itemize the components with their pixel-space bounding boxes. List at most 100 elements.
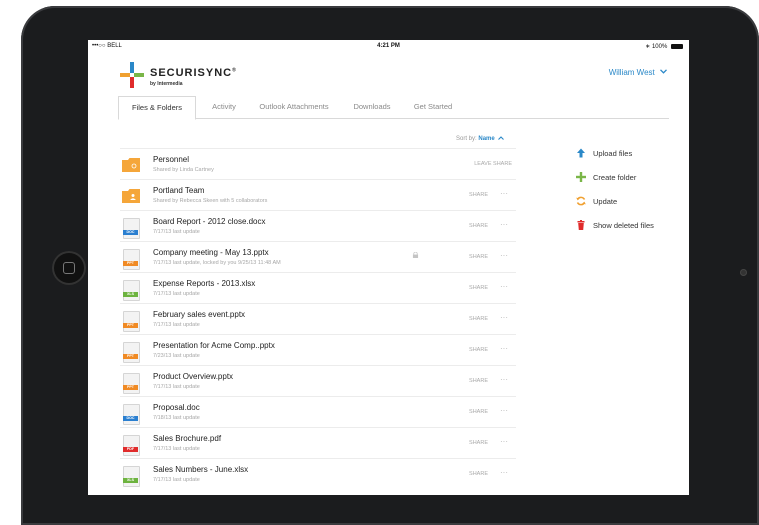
xls-file-icon: XLS (123, 280, 140, 301)
more-options-icon[interactable]: ··· (500, 189, 508, 198)
file-meta: 7/17/13 last update (153, 446, 200, 452)
front-camera (740, 269, 747, 276)
status-bar: •••○○ BELL 4:21 PM ∗ 100% (88, 40, 689, 53)
refresh-icon (576, 196, 586, 206)
ppt-file-icon: PPT (123, 373, 140, 394)
more-options-icon[interactable]: ··· (500, 282, 508, 291)
tab-downloads[interactable]: Downloads (344, 96, 400, 117)
file-row[interactable]: XLS Expense Reports - 2013.xlsx 7/17/13 … (120, 272, 516, 304)
doc-file-icon: DOC (123, 404, 140, 425)
file-name: Sales Brochure.pdf (153, 434, 222, 443)
tab-activity[interactable]: Activity (202, 96, 246, 117)
file-row[interactable]: DOC Proposal.doc 7/18/13 last update SHA… (120, 396, 516, 428)
file-row[interactable]: Personnel Shared by Linda Cartney LEAVE … (120, 148, 516, 180)
file-meta: Shared by Linda Cartney (153, 167, 214, 173)
file-meta: 7/17/13 last update (153, 322, 200, 328)
folder-icon (122, 158, 140, 172)
securisync-logo-icon (120, 62, 144, 88)
file-name: Board Report - 2012 close.docx (153, 217, 266, 226)
action-label: Upload files (593, 149, 633, 158)
chevron-down-icon (660, 69, 667, 74)
action-label: Show deleted files (593, 221, 654, 230)
brand-name: SECURISYNC® (150, 67, 237, 79)
tab-outlook-attachments[interactable]: Outlook Attachments (250, 96, 338, 117)
ppt-file-icon: PPT (123, 249, 140, 270)
action-label: Create folder (593, 173, 637, 182)
share-button[interactable]: SHARE (469, 192, 488, 198)
status-time: 4:21 PM (377, 43, 400, 49)
xls-file-icon: XLS (123, 466, 140, 487)
file-name: Proposal.doc (153, 403, 200, 412)
more-options-icon[interactable]: ··· (500, 313, 508, 322)
leave-share-button[interactable]: LEAVE SHARE (474, 161, 512, 167)
action-label: Update (593, 197, 618, 206)
lock-icon (412, 252, 419, 258)
file-name: Personnel (153, 155, 190, 164)
file-row[interactable]: PPT February sales event.pptx 7/17/13 la… (120, 303, 516, 335)
tab-get-started[interactable]: Get Started (404, 96, 462, 117)
more-options-icon[interactable]: ··· (500, 437, 508, 446)
file-row[interactable]: PPT Company meeting - May 13.pptx 7/17/1… (120, 241, 516, 273)
share-button[interactable]: SHARE (469, 285, 488, 291)
sort-control[interactable]: Sort by: Name (456, 136, 505, 142)
share-button[interactable]: SHARE (469, 471, 488, 477)
file-row[interactable]: PPT Product Overview.pptx 7/17/13 last u… (120, 365, 516, 397)
tab-bar: Files & Folders Activity Outlook Attachm… (118, 96, 669, 120)
upload-arrow-icon (577, 148, 585, 158)
file-name: Portland Team (153, 186, 205, 195)
file-meta: Shared by Rebecca Skeen with 5 collabora… (153, 198, 268, 204)
trash-icon (577, 220, 585, 230)
battery-status: ∗ 100% (645, 43, 683, 50)
file-row[interactable]: DOC Board Report - 2012 close.docx 7/17/… (120, 210, 516, 242)
more-options-icon[interactable]: ··· (500, 375, 508, 384)
file-row[interactable]: XLS Sales Numbers - June.xlsx 7/17/13 la… (120, 458, 516, 490)
share-button[interactable]: SHARE (469, 409, 488, 415)
pdf-file-icon: PDF (123, 435, 140, 456)
file-meta: 7/17/13 last update (153, 477, 200, 483)
file-meta: 7/17/13 last update, locked by you 9/25/… (153, 260, 281, 266)
file-row[interactable]: Portland Team Shared by Rebecca Skeen wi… (120, 179, 516, 211)
file-meta: 7/23/13 last update (153, 353, 200, 359)
chevron-up-icon (498, 136, 505, 140)
tablet-screen: •••○○ BELL 4:21 PM ∗ 100% SECURISYNC® by… (88, 40, 689, 495)
file-name: Product Overview.pptx (153, 372, 234, 381)
share-button[interactable]: SHARE (469, 223, 488, 229)
share-button[interactable]: SHARE (469, 254, 488, 260)
file-meta: 7/17/13 last update (153, 384, 200, 390)
brand-byline: by Intermedia (150, 81, 183, 87)
more-options-icon[interactable]: ··· (500, 468, 508, 477)
home-button[interactable] (52, 251, 86, 285)
file-row[interactable]: PDF Sales Brochure.pdf 7/17/13 last upda… (120, 427, 516, 459)
file-name: Company meeting - May 13.pptx (153, 248, 269, 257)
plus-icon (576, 172, 586, 182)
share-button[interactable]: SHARE (469, 347, 488, 353)
file-name: Expense Reports - 2013.xlsx (153, 279, 256, 288)
file-name: Presentation for Acme Comp..pptx (153, 341, 275, 350)
sort-label: Sort by: (456, 136, 477, 142)
battery-percent: 100% (651, 44, 668, 50)
file-row[interactable]: PPT Presentation for Acme Comp..pptx 7/2… (120, 334, 516, 366)
more-options-icon[interactable]: ··· (500, 220, 508, 229)
user-menu[interactable]: William West (609, 68, 667, 77)
home-button-square (63, 262, 75, 274)
file-meta: 7/17/13 last update (153, 229, 200, 235)
ppt-file-icon: PPT (123, 342, 140, 363)
sort-value: Name (478, 136, 495, 142)
ppt-file-icon: PPT (123, 311, 140, 332)
file-name: Sales Numbers - June.xlsx (153, 465, 249, 474)
share-button[interactable]: SHARE (469, 440, 488, 446)
doc-file-icon: DOC (123, 218, 140, 239)
file-name: February sales event.pptx (153, 310, 246, 319)
share-button[interactable]: SHARE (469, 316, 488, 322)
more-options-icon[interactable]: ··· (500, 344, 508, 353)
more-options-icon[interactable]: ··· (500, 251, 508, 260)
share-button[interactable]: SHARE (469, 378, 488, 384)
file-meta: 7/18/13 last update (153, 415, 200, 421)
file-meta: 7/17/13 last update (153, 291, 200, 297)
bluetooth-icon: ∗ (645, 44, 651, 50)
shared-folder-icon (122, 189, 140, 203)
battery-icon (671, 44, 683, 49)
more-options-icon[interactable]: ··· (500, 406, 508, 415)
user-name: William West (608, 68, 655, 77)
tab-files-folders[interactable]: Files & Folders (118, 96, 196, 120)
